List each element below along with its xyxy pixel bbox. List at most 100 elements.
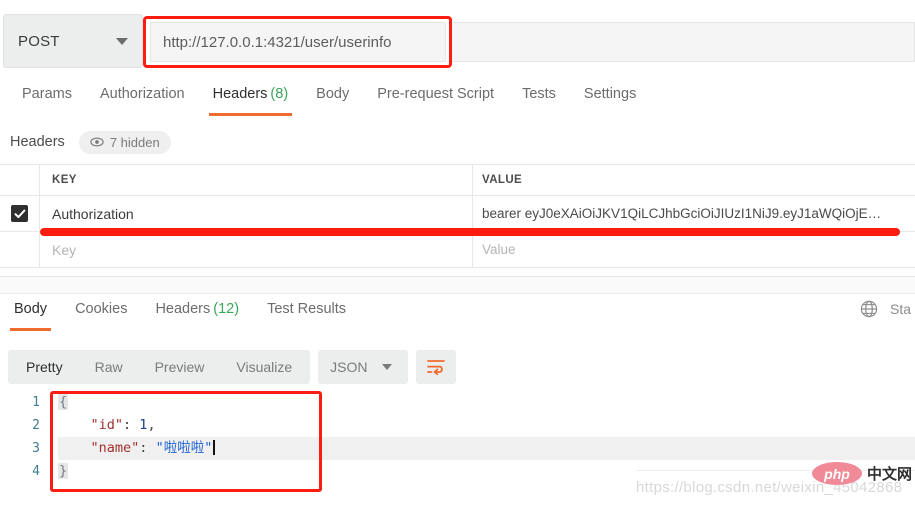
header-value-text: bearer eyJ0eXAiOiJKV1QiLCJhbGciOiJIUzI1N… [482,206,882,221]
check-icon [14,209,25,218]
view-mode-visualize[interactable]: Visualize [220,352,308,382]
headers-label-row: Headers 7 hidden [0,126,915,158]
line-number: 3 [32,441,40,456]
line-number: 2 [32,418,40,433]
tab-label: Pre-request Script [377,86,495,102]
request-url-input[interactable]: http://127.0.0.1:4321/user/userinfo [150,22,446,62]
view-mode-label: Pretty [26,359,63,375]
tab-label: Headers [155,301,211,317]
eye-icon [90,137,104,147]
header-key-text: Authorization [52,205,134,222]
php-cn-label: 中文网 [867,466,913,483]
line-number: 4 [32,464,40,479]
chevron-down-icon [116,37,128,45]
response-view-mode-group: Pretty Raw Preview Visualize [8,350,311,384]
request-url-bar: POST http://127.0.0.1:4321/user/userinfo [0,14,915,68]
tab-label: Test Results [267,301,347,317]
table-row-new[interactable]: Key Value [0,232,915,268]
view-mode-label: Preview [154,359,205,375]
new-header-value-placeholder: Value [482,242,516,257]
request-tabs: Params Authorization Headers (8) Body Pre… [0,82,915,122]
tab-authorization[interactable]: Authorization [86,82,199,116]
code-line: } [58,460,215,483]
header-key-cell[interactable]: Authorization [40,196,473,231]
tab-count: (8) [270,86,289,102]
code-token: "id" [90,417,124,433]
php-cn-watermark: php 中文网 [812,462,912,485]
new-header-key-input[interactable]: Key [40,232,473,267]
postman-window: POST http://127.0.0.1:4321/user/userinfo… [0,0,915,508]
tab-label: Params [22,86,72,102]
tab-count: (12) [213,301,240,317]
header-row-checkbox-cell[interactable] [0,196,40,231]
view-mode-label: Visualize [236,359,293,375]
tab-label: Authorization [99,86,185,102]
text-cursor [213,440,215,455]
http-method-select[interactable]: POST [3,14,143,68]
globe-icon[interactable] [860,300,878,318]
tab-tests[interactable]: Tests [508,82,570,116]
tab-label: Body [316,86,350,102]
tab-label: Body [14,301,48,317]
view-mode-pretty[interactable]: Pretty [10,352,79,382]
php-logo: php [812,462,862,485]
tab-label: Cookies [75,301,128,317]
view-mode-raw[interactable]: Raw [79,352,139,382]
tab-response-cookies[interactable]: Cookies [61,297,141,331]
tab-label: Settings [583,86,637,102]
code-token: : [139,440,156,456]
new-header-key-placeholder: Key [52,241,77,258]
code-token: "啦啦啦" [155,440,213,456]
headers-section-label: Headers [10,134,65,150]
annotation-underline-header-row [40,228,900,236]
code-content[interactable]: { "id": 1, "name": "啦啦啦"} [58,391,215,483]
http-method-label: POST [18,32,60,50]
header-value-cell[interactable]: bearer eyJ0eXAiOiJKV1QiLCJhbGciOiJIUzI1N… [473,196,915,231]
response-status-text: Sta [889,301,911,317]
headers-table-header-row: KEY VALUE [0,164,915,196]
response-status-area: Sta [860,300,915,318]
table-row[interactable]: Authorization bearer eyJ0eXAiOiJKV1QiLCJ… [0,196,915,232]
tab-response-headers[interactable]: Headers (12) [141,297,253,331]
code-token: , [147,417,156,433]
column-header-key: KEY [40,165,473,195]
new-header-value-input[interactable]: Value [473,232,915,267]
tab-settings[interactable]: Settings [570,82,650,116]
code-token: } [58,463,69,479]
tab-body[interactable]: Body [302,82,363,116]
response-body-toolbar: Pretty Raw Preview Visualize JSON [8,350,457,384]
headers-table: KEY VALUE Authorization bearer eyJ0eXAiO… [0,164,915,268]
column-header-value: VALUE [482,174,523,186]
response-format-select[interactable]: JSON [318,350,409,384]
tab-label: Tests [522,86,556,102]
code-line: "name": "啦啦啦" [58,437,215,460]
hidden-headers-label: 7 hidden [109,134,160,150]
request-url-text: http://127.0.0.1:4321/user/userinfo [163,33,392,51]
code-gutter: 1 2 3 4 [0,391,46,483]
tab-response-body[interactable]: Body [0,297,61,331]
line-number: 1 [32,395,40,410]
header-enabled-checkbox[interactable] [11,205,28,222]
tab-pre-request-script[interactable]: Pre-request Script [363,82,508,116]
tab-label: Headers [212,86,268,102]
url-bar-filler [452,22,915,62]
code-token: "name" [90,440,140,456]
response-tabs: Body Cookies Headers (12) Test Results [0,297,915,333]
code-token: { [58,394,69,410]
view-mode-preview[interactable]: Preview [139,352,221,382]
code-token: : [123,417,140,433]
chevron-down-icon [381,364,392,370]
view-mode-label: Raw [94,359,123,375]
tab-test-results[interactable]: Test Results [253,297,360,331]
pane-divider[interactable] [0,276,915,294]
tab-headers[interactable]: Headers (8) [199,82,303,116]
code-line: { [58,391,215,414]
header-cell-spacer [0,165,40,195]
hidden-headers-toggle[interactable]: 7 hidden [78,130,171,154]
tab-params[interactable]: Params [8,82,86,116]
wrap-text-button[interactable] [416,350,457,384]
response-format-value: JSON [330,359,368,375]
code-line: "id": 1, [58,414,215,437]
wrap-text-icon [427,360,446,376]
new-row-checkbox-cell [0,232,40,267]
